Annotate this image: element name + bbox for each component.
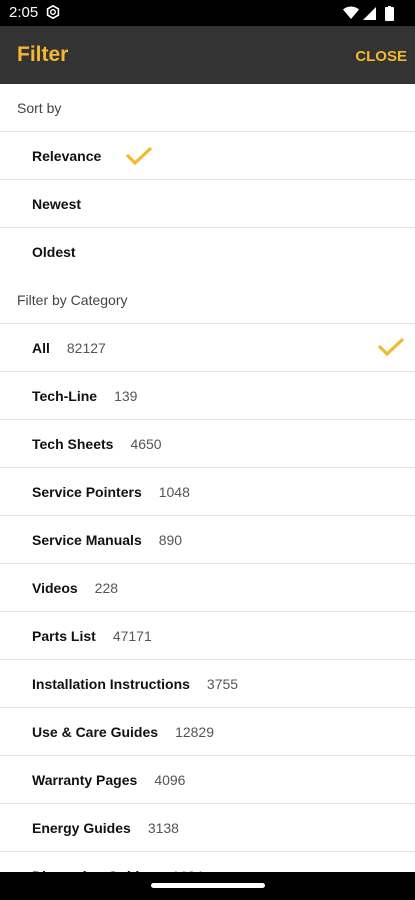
- status-time: 2:05: [9, 4, 39, 21]
- category-label: Videos: [32, 579, 78, 596]
- category-count: 82127: [66, 339, 106, 356]
- category-item-installation-instructions[interactable]: Installation Instructions 3755: [0, 660, 415, 708]
- category-item-tech-sheets[interactable]: Tech Sheets 4650: [0, 420, 415, 468]
- checkmark-icon: [377, 337, 405, 357]
- category-count: 47171: [112, 627, 152, 644]
- status-bar: 2:05: [0, 0, 415, 26]
- sort-option-label: Newest: [32, 195, 82, 212]
- sort-option-newest[interactable]: Newest: [0, 180, 415, 228]
- settings-icon: [46, 5, 60, 19]
- sort-option-label: Relevance: [32, 147, 102, 164]
- app-bar: Filter CLOSE: [0, 26, 415, 84]
- sort-by-header: Sort by: [0, 84, 415, 132]
- category-item-energy-guides[interactable]: Energy Guides 3138: [0, 804, 415, 852]
- category-count: 890: [158, 531, 183, 548]
- signal-icon: [363, 7, 376, 20]
- sort-option-oldest[interactable]: Oldest: [0, 228, 415, 276]
- category-count: 4096: [154, 771, 186, 788]
- category-count: 139: [114, 387, 138, 404]
- category-label: Parts List: [32, 627, 96, 644]
- category-label: All: [32, 339, 50, 356]
- close-button[interactable]: CLOSE: [355, 48, 407, 65]
- wifi-icon: [343, 6, 359, 20]
- category-label: Service Manuals: [32, 531, 142, 548]
- category-label: Use & Care Guides: [32, 723, 159, 740]
- category-item-service-pointers[interactable]: Service Pointers 1048: [0, 468, 415, 516]
- category-label: Tech-Line: [32, 387, 98, 404]
- category-label: Installation Instructions: [32, 675, 190, 692]
- category-item-use-care-guides[interactable]: Use & Care Guides 12829: [0, 708, 415, 756]
- category-item-parts-list[interactable]: Parts List 47171: [0, 612, 415, 660]
- filter-by-category-header: Filter by Category: [0, 276, 415, 324]
- category-label: Warranty Pages: [32, 771, 138, 788]
- navigation-bar: [0, 872, 415, 900]
- category-count: 3138: [147, 819, 179, 836]
- category-item-videos[interactable]: Videos 228: [0, 564, 415, 612]
- category-count: 3755: [206, 675, 239, 692]
- home-gesture-handle[interactable]: [151, 883, 265, 888]
- category-label: Tech Sheets: [32, 435, 114, 452]
- category-count: 228: [94, 579, 119, 596]
- filter-content: Sort by Relevance Newest Oldest Filter b…: [0, 84, 415, 900]
- sort-option-relevance[interactable]: Relevance: [0, 132, 415, 180]
- sort-option-label: Oldest: [32, 244, 76, 260]
- category-item-warranty-pages[interactable]: Warranty Pages 4096: [0, 756, 415, 804]
- page-title: Filter: [17, 43, 69, 66]
- category-count: 12829: [175, 723, 214, 740]
- category-item-service-manuals[interactable]: Service Manuals 890: [0, 516, 415, 564]
- category-label: Energy Guides: [32, 819, 131, 836]
- category-item-tech-line[interactable]: Tech-Line 139: [0, 372, 415, 420]
- battery-icon: [385, 6, 394, 21]
- status-icons: [343, 6, 394, 21]
- category-count: 4650: [130, 435, 162, 452]
- category-item-all[interactable]: All 82127: [0, 324, 415, 372]
- category-count: 1048: [158, 483, 190, 500]
- checkmark-icon: [126, 146, 153, 165]
- category-label: Service Pointers: [32, 483, 142, 500]
